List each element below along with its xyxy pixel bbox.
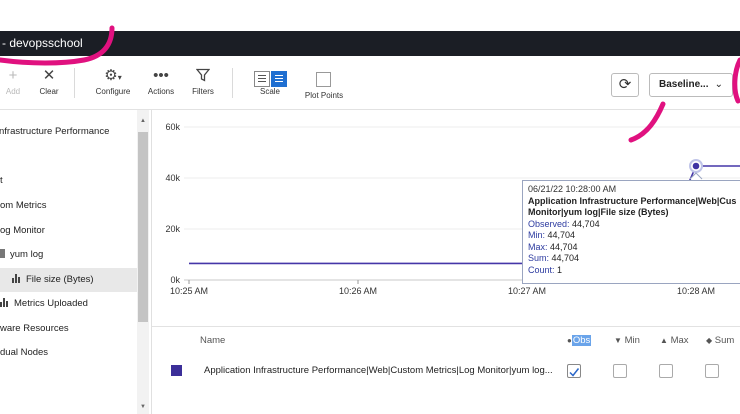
- clear-label: Clear: [39, 87, 59, 96]
- toolbar-divider: [232, 68, 233, 98]
- tree-item-label: og Monitor: [0, 225, 45, 236]
- min-checkbox[interactable]: [613, 364, 627, 378]
- filter-icon: [188, 56, 218, 84]
- tree-item-label: nfrastructure Performance: [0, 126, 110, 137]
- add-button[interactable]: + Add: [2, 56, 24, 110]
- diamond-icon: ◆: [706, 336, 713, 345]
- max-checkbox[interactable]: [659, 364, 673, 378]
- tree-item-label: yum log: [10, 249, 44, 260]
- configure-button[interactable]: ⚙▾ Configure: [92, 56, 134, 110]
- baseline-label: Baseline...: [659, 79, 709, 90]
- plot-points-label: Plot Points: [304, 91, 344, 100]
- chevron-down-icon: ⌄: [714, 79, 723, 90]
- tree-item-label: File size (Bytes): [26, 274, 94, 285]
- x-tick-label: 10:26 AM: [339, 286, 377, 296]
- filters-label: Filters: [192, 87, 214, 96]
- tree-item-file-size[interactable]: File size (Bytes): [0, 268, 137, 292]
- close-icon: ✕: [42, 67, 56, 84]
- metric-bar-chart-icon: [12, 274, 22, 283]
- tree-item-log-monitor[interactable]: og Monitor: [0, 219, 137, 243]
- highlight-point: [692, 162, 700, 170]
- configure-label: Configure: [95, 87, 131, 96]
- tree-item-label: dual Nodes: [0, 347, 49, 358]
- tree-item-label: ware Resources: [0, 323, 69, 334]
- metric-tree-sidebar: nfrastructure Performance t om Metrics o…: [0, 110, 152, 414]
- x-tick-label: 10:25 AM: [170, 286, 208, 296]
- tree-item-app-infra-performance[interactable]: nfrastructure Performance: [0, 120, 136, 144]
- refresh-button[interactable]: ⟳: [611, 73, 639, 97]
- tree-item-hardware-resources[interactable]: ware Resources: [0, 317, 137, 341]
- sum-checkbox[interactable]: [705, 364, 719, 378]
- tooltip-count: Count: 1: [528, 264, 563, 275]
- tree-item-metrics-uploaded[interactable]: Metrics Uploaded: [0, 292, 137, 316]
- top-band: [0, 0, 740, 31]
- folder-icon: [0, 249, 5, 258]
- sidebar-scroll-thumb[interactable]: [138, 132, 148, 322]
- gear-icon: ⚙▾: [104, 67, 122, 84]
- tree-item-web[interactable]: t: [0, 169, 137, 193]
- tooltip-metric-line1: Application Infrastructure Performance|W…: [528, 195, 737, 206]
- series-color-swatch: [171, 365, 182, 376]
- tree-item-yum-log[interactable]: yum log: [0, 243, 137, 267]
- tooltip-time: 06/21/22 10:28:00 AM: [528, 184, 617, 194]
- actions-label: Actions: [147, 87, 175, 96]
- x-tick-label: 10:28 AM: [677, 286, 715, 296]
- tooltip-observed: Observed: 44,704: [528, 218, 600, 229]
- tree-item-individual-nodes[interactable]: dual Nodes: [0, 341, 137, 365]
- scale-button[interactable]: Scale: [252, 56, 288, 110]
- obs-checkbox[interactable]: [567, 364, 581, 378]
- metric-bar-chart-icon: [0, 298, 10, 307]
- tooltip-sum: Sum: 44,704: [528, 253, 580, 263]
- tree-item-label: om Metrics: [0, 200, 47, 211]
- more-icon: •••: [153, 67, 169, 84]
- window-title: - devopsschool: [2, 36, 83, 50]
- scroll-down-arrow-icon[interactable]: ▼: [140, 404, 146, 410]
- baseline-dropdown[interactable]: Baseline... ⌄: [649, 73, 733, 97]
- metric-legend-table: Name ●Obs ▼ Min ▲ Max ◆ Sum Application …: [152, 326, 740, 414]
- tree-item-custom-metrics[interactable]: om Metrics: [0, 194, 137, 218]
- toolbar-divider: [74, 68, 75, 98]
- tree-item-label: t: [0, 175, 3, 186]
- plot-points-button[interactable]: Plot Points: [300, 60, 348, 114]
- legend-sum-header[interactable]: ◆ Sum: [706, 335, 734, 346]
- triangle-down-icon: ▼: [614, 336, 622, 345]
- clear-button[interactable]: ✕ Clear: [36, 56, 62, 110]
- legend-max-header[interactable]: ▲ Max: [660, 335, 689, 346]
- filters-button[interactable]: Filters: [188, 56, 218, 110]
- title-bar: - devopsschool: [0, 31, 740, 56]
- checkmark-icon: [569, 368, 580, 377]
- legend-name-header: Name: [200, 335, 226, 346]
- scale-label: Scale: [259, 87, 280, 96]
- tooltip-min: Min: 44,704: [528, 230, 576, 240]
- legend-obs-header[interactable]: ●Obs: [567, 335, 592, 346]
- tree-item-label: Metrics Uploaded: [14, 298, 88, 309]
- legend-min-header[interactable]: ▼ Min: [614, 335, 640, 346]
- triangle-up-icon: ▲: [660, 336, 668, 345]
- y-tick-label: 60k: [165, 122, 180, 132]
- y-tick-label: 0k: [170, 275, 180, 285]
- scroll-up-arrow-icon[interactable]: ▲: [140, 118, 146, 124]
- plus-icon: +: [8, 67, 18, 84]
- x-tick-label: 10:27 AM: [508, 286, 546, 296]
- legend-series-name[interactable]: Application Infrastructure Performance|W…: [204, 365, 553, 376]
- actions-button[interactable]: ••• Actions: [144, 56, 178, 110]
- data-point-tooltip: 06/21/22 10:28:00 AM Application Infrast…: [522, 180, 740, 284]
- refresh-icon: ⟳: [618, 76, 632, 93]
- y-tick-label: 20k: [165, 224, 180, 234]
- metric-browser-window: - devopsschool + Add ✕ Clear ⚙▾ Configur…: [0, 0, 740, 414]
- tooltip-max: Max: 44,704: [528, 241, 578, 252]
- tooltip-metric-line2: Monitor|yum log|File size (Bytes): [528, 207, 669, 217]
- y-tick-label: 40k: [165, 173, 180, 183]
- add-label: Add: [5, 87, 21, 96]
